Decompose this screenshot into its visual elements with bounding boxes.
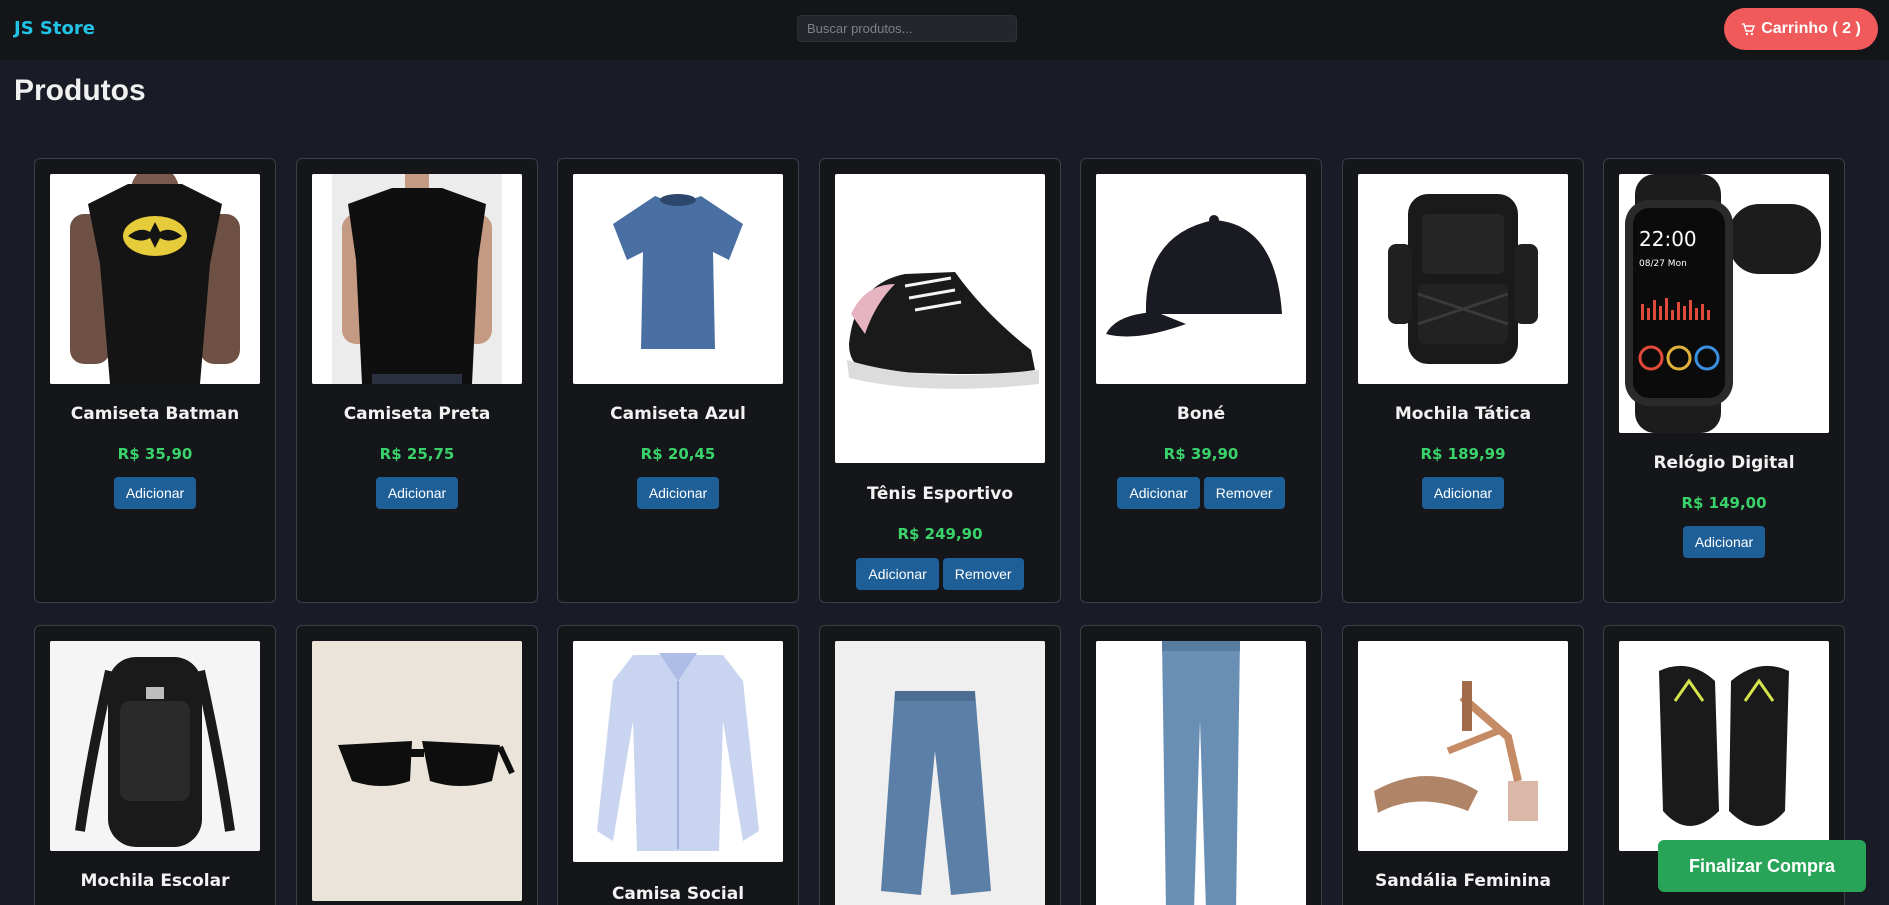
add-to-cart-button[interactable]: Adicionar (113, 477, 197, 509)
product-image (312, 174, 522, 384)
product-name: Boné (1176, 404, 1226, 424)
product-image (1096, 174, 1306, 384)
product-card: 22:00 08/27 Mon Relógio Digital R$ 149,0… (1603, 158, 1845, 603)
product-card (1080, 625, 1322, 905)
finalize-purchase-button[interactable]: Finalizar Compra (1658, 840, 1866, 892)
product-image (1619, 641, 1829, 851)
product-name: Camisa Social (611, 884, 745, 904)
product-name: Camiseta Batman (70, 404, 240, 424)
remove-from-cart-button[interactable]: Remover (1203, 477, 1285, 509)
product-image (50, 174, 260, 384)
add-to-cart-button[interactable]: Adicionar (375, 477, 459, 509)
product-card: Tênis Esportivo R$ 249,90 Adicionar Remo… (819, 158, 1061, 603)
product-card: Camiseta Preta R$ 25,75 Adicionar (296, 158, 538, 603)
add-to-cart-button[interactable]: Adicionar (1421, 477, 1505, 509)
product-name: Mochila Tática (1394, 404, 1532, 424)
add-to-cart-button[interactable]: Adicionar (1117, 477, 1200, 509)
product-image (573, 641, 783, 862)
product-name: Tênis Esportivo (866, 484, 1013, 504)
cart-button[interactable]: Carrinho ( 2 ) (1724, 8, 1878, 50)
watch-date-text: 08/27 Mon (1639, 259, 1687, 269)
product-image: 22:00 08/27 Mon (1619, 174, 1829, 433)
product-name: Camiseta Azul (610, 404, 746, 424)
product-card: Mochila Tática R$ 189,99 Adicionar (1342, 158, 1584, 603)
top-navbar: JS Store Carrinho ( 2 ) (0, 0, 1889, 60)
product-name: Camiseta Preta (343, 404, 491, 424)
page-scrollbar[interactable] (1881, 60, 1889, 905)
product-price: R$ 35,90 (117, 445, 193, 463)
product-card: Mochila Escolar (34, 625, 276, 905)
product-price: R$ 25,75 (379, 445, 455, 463)
cart-icon (1741, 22, 1756, 36)
search-input[interactable] (797, 15, 1017, 42)
product-image (312, 641, 522, 901)
product-card: Camiseta Batman R$ 35,90 Adicionar (34, 158, 276, 603)
product-card: Camiseta Azul R$ 20,45 Adicionar (557, 158, 799, 603)
product-image (835, 174, 1045, 463)
product-price: R$ 249,90 (897, 525, 983, 543)
page-title: Produtos (14, 74, 146, 107)
add-to-cart-button[interactable]: Adicionar (1682, 526, 1766, 558)
product-card: Camisa Social (557, 625, 799, 905)
add-to-cart-button[interactable]: Adicionar (636, 477, 720, 509)
product-image (50, 641, 260, 851)
product-price: R$ 39,90 (1163, 445, 1239, 463)
product-image (1358, 641, 1568, 851)
remove-from-cart-button[interactable]: Remover (942, 558, 1024, 590)
product-image (1096, 641, 1306, 905)
product-card: Sandália Feminina (1342, 625, 1584, 905)
product-image (835, 641, 1045, 905)
product-price: R$ 149,00 (1681, 494, 1767, 512)
product-price: R$ 189,99 (1420, 445, 1506, 463)
watch-time-text: 22:00 (1639, 227, 1697, 251)
product-card: Boné R$ 39,90 Adicionar Remover (1080, 158, 1322, 603)
product-name: Relógio Digital (1653, 453, 1795, 473)
product-price: R$ 20,45 (640, 445, 716, 463)
product-name: Sandália Feminina (1374, 871, 1551, 891)
product-image (1358, 174, 1568, 384)
cart-label: Carrinho ( 2 ) (1761, 20, 1861, 37)
add-to-cart-button[interactable]: Adicionar (856, 558, 939, 590)
brand-logo[interactable]: JS Store (14, 18, 95, 39)
product-image (573, 174, 783, 384)
product-card (819, 625, 1061, 905)
product-card (296, 625, 538, 905)
product-name: Mochila Escolar (80, 871, 230, 891)
